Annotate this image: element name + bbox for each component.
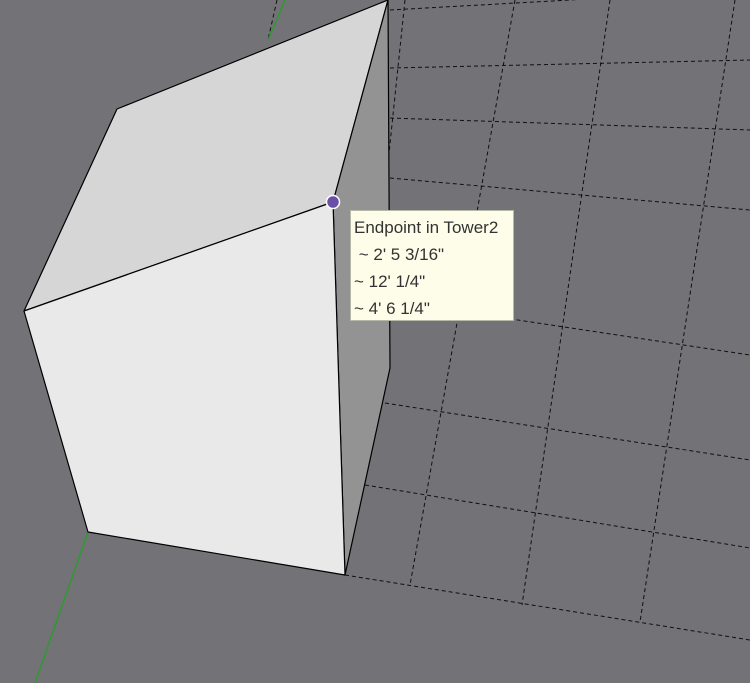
tower-block[interactable] (23, 0, 391, 576)
scene-canvas[interactable] (0, 0, 750, 683)
inference-tooltip: Endpoint in Tower2 ~ 2' 5 3/16" ~ 12' 1/… (350, 210, 514, 321)
tooltip-coordinate-x: ~ 2' 5 3/16" (354, 245, 445, 264)
tooltip-title: Endpoint in Tower2 (354, 218, 499, 237)
tooltip-coordinate-z: ~ 4' 6 1/4" (354, 299, 430, 318)
endpoint-marker[interactable] (325, 194, 341, 210)
tooltip-coordinate-y: ~ 12' 1/4" (354, 272, 426, 291)
3d-viewport[interactable]: Endpoint in Tower2 ~ 2' 5 3/16" ~ 12' 1/… (0, 0, 750, 683)
